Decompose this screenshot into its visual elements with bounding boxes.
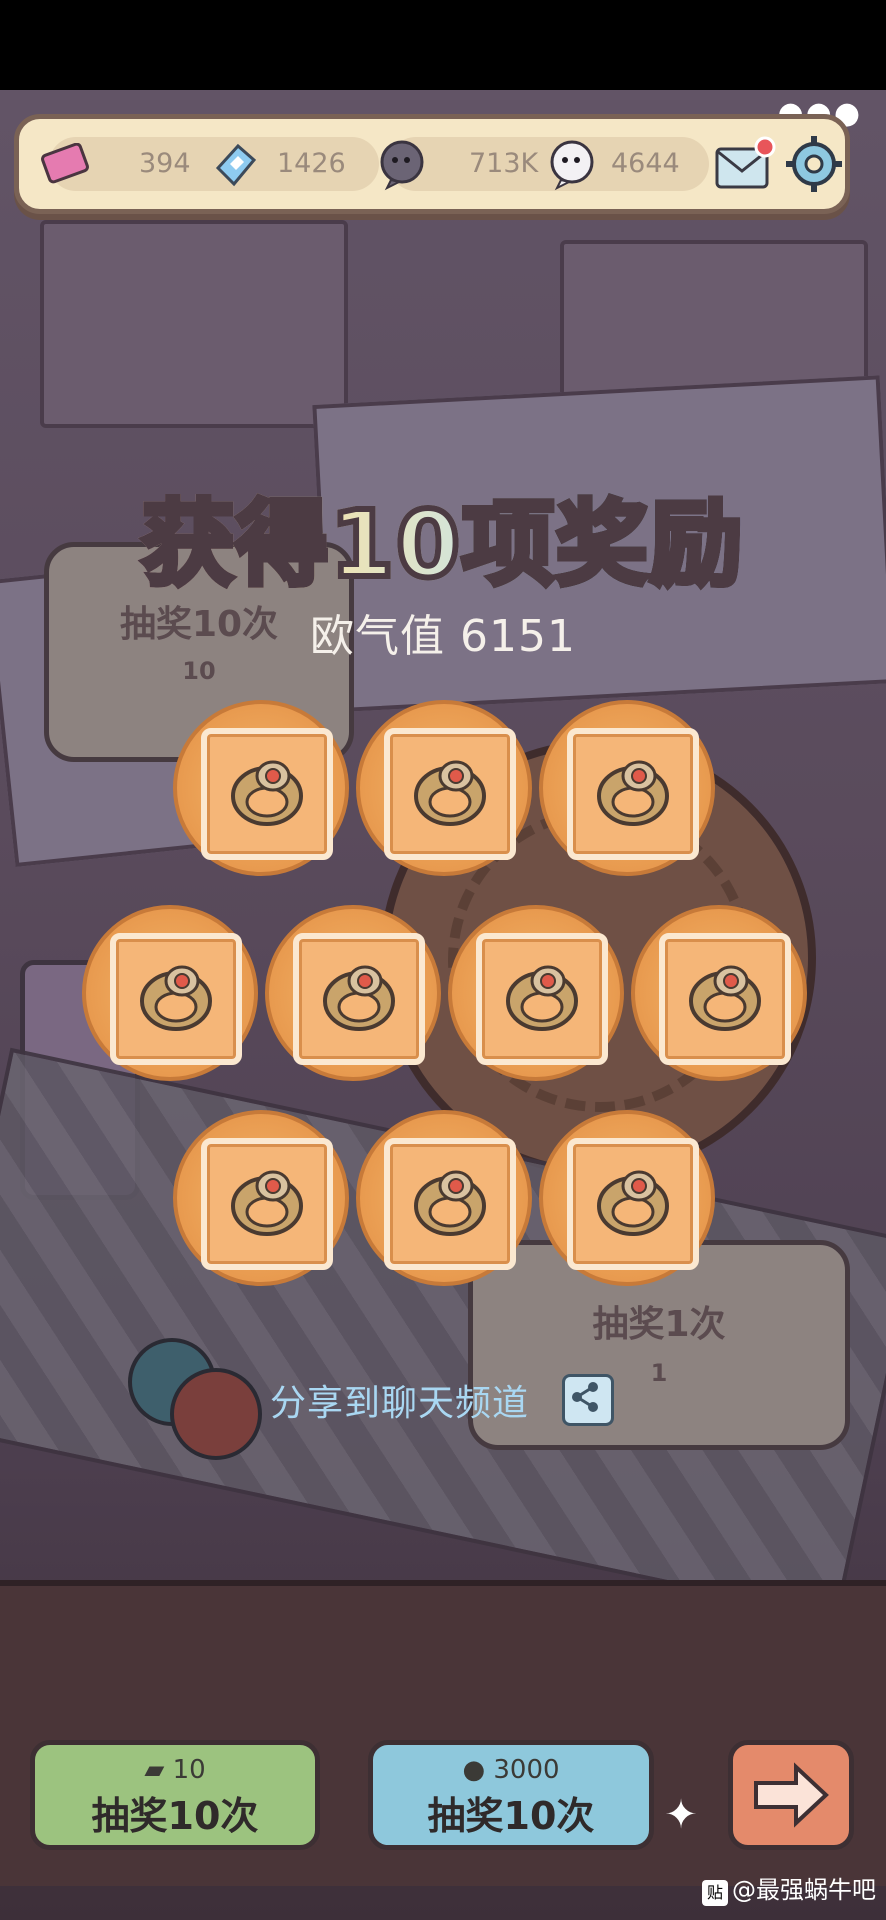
reward-card [293, 933, 425, 1065]
reward-card [567, 1138, 699, 1270]
shadow-currency-icon [369, 133, 435, 195]
reward-item[interactable] [173, 700, 349, 876]
arrow-right-icon [754, 1762, 829, 1828]
tieba-badge-icon: 贴 [702, 1880, 728, 1906]
wall-panel [40, 220, 348, 428]
ticket-draw-cost: 10 [172, 1755, 206, 1785]
mail-icon[interactable] [709, 131, 779, 197]
currency-draw-cost: 3000 [493, 1755, 560, 1785]
resource-bar: 394 1426 713K 4644 [14, 114, 850, 214]
spirit-currency-icon: ● [462, 1755, 486, 1785]
next-arrow-button[interactable] [728, 1740, 854, 1850]
ball [170, 1368, 262, 1460]
reward-card [567, 728, 699, 860]
currency-draw-10-button[interactable]: ● 3000 抽奖10次 [368, 1740, 654, 1850]
ring-icon [587, 746, 679, 842]
reward-card [476, 933, 608, 1065]
ticket-icon [35, 137, 95, 193]
spirit-currency-icon [539, 133, 605, 195]
ticket-icon: ▰ [144, 1755, 165, 1785]
spirit-currency-count: 4644 [611, 148, 680, 179]
reward-item[interactable] [631, 905, 807, 1081]
crystal-count: 1426 [277, 148, 346, 179]
reward-card [384, 728, 516, 860]
share-icon[interactable] [562, 1374, 614, 1426]
crystal-icon [205, 135, 265, 195]
reward-item[interactable] [356, 1110, 532, 1286]
ring-icon [404, 746, 496, 842]
ring-icon [679, 951, 771, 1047]
ring-icon [221, 746, 313, 842]
reward-title: 获得10项奖励 [0, 470, 886, 603]
ring-icon [496, 951, 588, 1047]
ticket-count: 394 [139, 148, 191, 179]
reward-item[interactable] [356, 700, 532, 876]
ring-icon [587, 1156, 679, 1252]
reward-card [384, 1138, 516, 1270]
shadow-currency-count: 713K [469, 148, 539, 179]
reward-card [201, 1138, 333, 1270]
sign-title: 抽奖1次 [592, 1304, 726, 1345]
reward-card [201, 728, 333, 860]
ticket-draw-10-button[interactable]: ▰ 10 抽奖10次 [30, 1740, 320, 1850]
reward-item[interactable] [265, 905, 441, 1081]
ring-icon [221, 1156, 313, 1252]
reward-card [110, 933, 242, 1065]
reward-item[interactable] [82, 905, 258, 1081]
ring-icon [130, 951, 222, 1047]
watermark-text: @最强蜗牛吧 [732, 1876, 876, 1904]
reward-item[interactable] [539, 700, 715, 876]
luck-value: 欧气值 6151 [310, 611, 576, 662]
reward-item[interactable] [448, 905, 624, 1081]
gear-icon[interactable] [781, 131, 847, 197]
ticket-draw-label: 抽奖10次 [91, 1794, 259, 1838]
currency-draw-label: 抽奖10次 [427, 1794, 595, 1838]
ring-icon [313, 951, 405, 1047]
ring-icon [404, 1156, 496, 1252]
reward-item[interactable] [173, 1110, 349, 1286]
share-to-chat-link[interactable]: 分享到聊天频道 [270, 1374, 529, 1426]
watermark: 贴 @最强蜗牛吧 [702, 1870, 876, 1906]
reward-item[interactable] [539, 1110, 715, 1286]
reward-card [659, 933, 791, 1065]
magic-wand-icon: ✦ [664, 1792, 698, 1838]
